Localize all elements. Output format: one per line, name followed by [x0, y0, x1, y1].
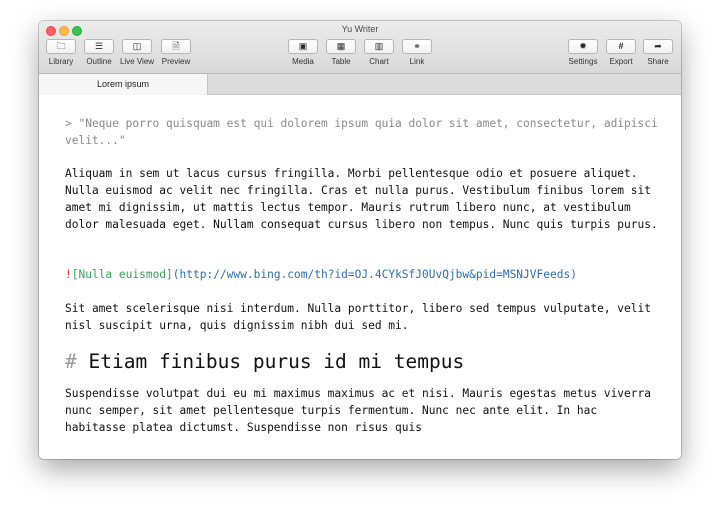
paragraph-1: Aliquam in sem ut lacus cursus fringilla…: [65, 167, 658, 231]
toolbar-live-view-label: Live View: [119, 57, 155, 66]
document-icon: 🗎: [172, 41, 180, 51]
title-bar: Yu Writer 🗀 Library ☰ Outline ◫ Live Vie…: [39, 21, 681, 74]
share-arrow-icon: ➦: [654, 41, 662, 51]
tab-lorem-ipsum[interactable]: Lorem ipsum: [39, 74, 208, 95]
image-icon: ▣: [298, 41, 308, 51]
link-icon: ⚭: [413, 41, 421, 51]
heading-line: # Etiam finibus purus id mi tempus: [65, 350, 659, 374]
toolbar-preview-label: Preview: [161, 57, 191, 66]
folder-icon: 🗀: [56, 41, 66, 51]
tab-bar: Lorem ipsum: [39, 74, 681, 95]
heading-text: Etiam finibus purus id mi tempus: [88, 350, 465, 373]
toolbar-share-label: Share: [647, 57, 669, 66]
toolbar-share-button[interactable]: ➦ Share: [636, 39, 680, 66]
gear-icon: ✹: [579, 41, 587, 51]
list-icon: ☰: [94, 41, 104, 51]
blockquote-line: > "Neque porro quisquam est qui dolorem …: [65, 117, 658, 147]
paragraph-3: Suspendisse volutpat dui eu mi maximus m…: [65, 387, 651, 434]
toolbar-preview-button[interactable]: 🗎 Preview: [154, 39, 198, 66]
columns-icon: ◫: [132, 41, 142, 51]
paragraph-2: Sit amet scelerisque nisi interdum. Null…: [65, 302, 651, 332]
toolbar-live-view-button[interactable]: ◫ Live View: [115, 39, 159, 66]
image-url[interactable]: (http://www.bing.com/th?id=OJ.4CYkSfJ0Uv…: [173, 268, 577, 281]
chart-icon: ▥: [374, 41, 384, 51]
table-icon: ▦: [336, 41, 346, 51]
window-title: Yu Writer: [341, 24, 379, 34]
image-markdown-line: ![Nulla euismod](http://www.bing.com/th?…: [65, 266, 659, 283]
toolbar-link-button[interactable]: ⚭ Link: [395, 39, 439, 66]
markdown-editor[interactable]: > "Neque porro quisquam est qui dolorem …: [39, 95, 681, 459]
app-window: Yu Writer 🗀 Library ☰ Outline ◫ Live Vie…: [39, 21, 681, 459]
heading-hash: #: [65, 350, 77, 373]
image-alt-text: [Nulla euismod]: [71, 268, 173, 281]
hash-icon: #: [618, 41, 624, 51]
toolbar-link-label: Link: [409, 57, 425, 66]
image-bang: !: [65, 268, 72, 281]
